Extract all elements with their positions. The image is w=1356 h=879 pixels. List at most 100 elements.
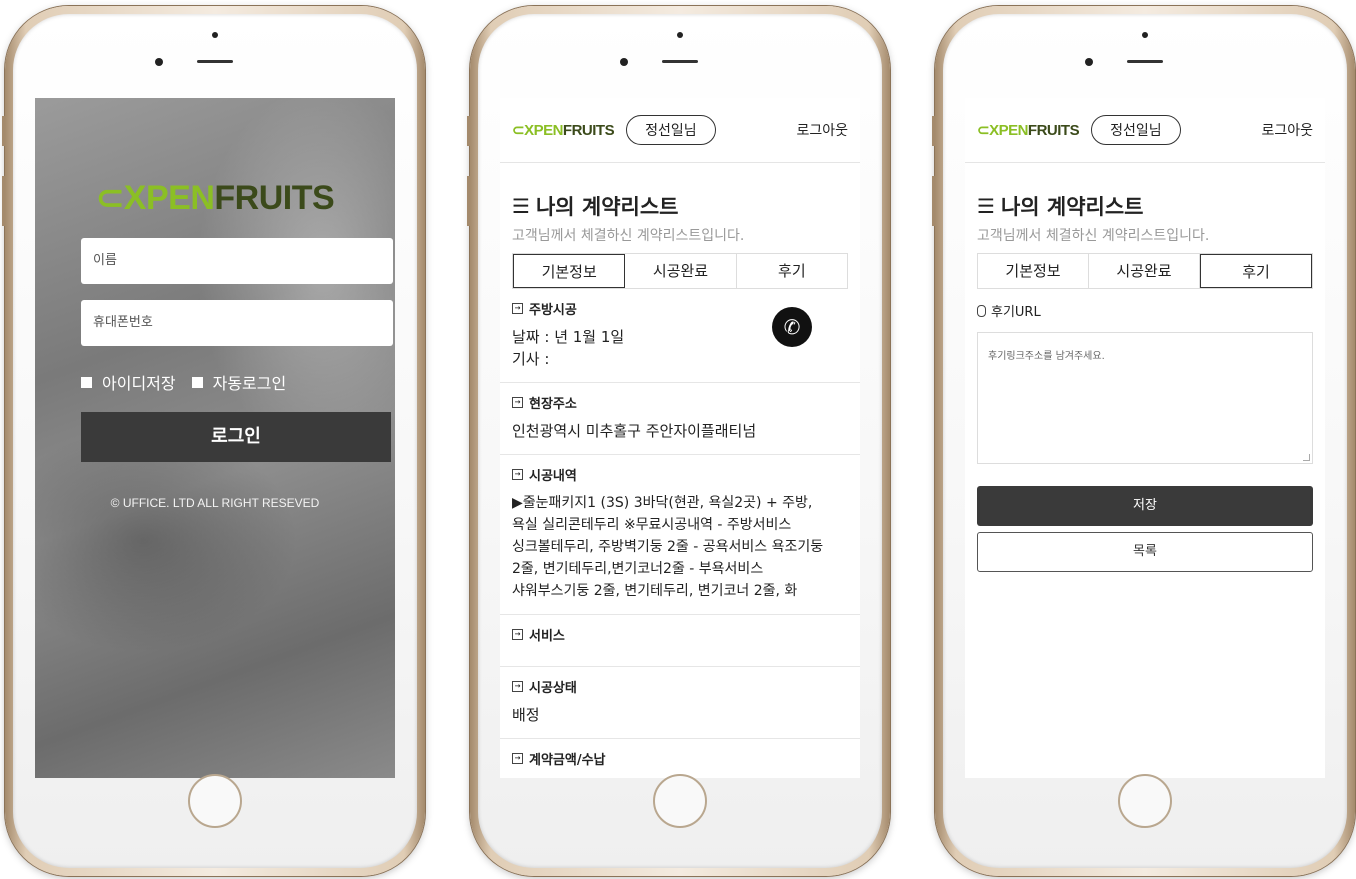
logo-open-text: PEN [145,178,215,217]
page-title: ☰ 나의 계약리스트 [512,191,848,221]
mute-switch [932,116,935,146]
volume-button [932,176,935,226]
amount-section: → 계약금액/수납 [500,739,860,778]
mouse-icon [977,304,986,317]
speaker-icon [197,60,233,63]
contract-tabs: 기본정보 시공완료 후기 [512,253,848,289]
phone-input[interactable]: 휴대폰번호 [81,300,393,346]
logout-link[interactable]: 로그아웃 [796,120,848,140]
tab-review[interactable]: 후기 [1200,254,1312,288]
status-section: → 시공상태 배정 [500,667,860,739]
kitchen-title-text: 주방시공 [529,303,577,318]
sensor-icon [677,32,683,38]
tab-basic-info[interactable]: 기본정보 [513,254,626,288]
status-title-text: 시공상태 [529,681,577,696]
review-url-textarea[interactable]: 후기링크주소를 남겨주세요. [977,332,1313,464]
page-title: ☰ 나의 계약리스트 [977,191,1313,221]
volume-button [2,176,5,226]
phone-frame-review: ⊂X PEN FRUITS 정선일님 로그아웃 ☰ 나의 계약리스트 고객님께서 체… [932,6,1355,876]
logout-link[interactable]: 로그아웃 [1261,120,1313,140]
volume-button [467,176,470,226]
home-button[interactable] [653,774,707,828]
work-line: 샤워부스기둥 2줄, 변기테두리, 변기코너 2줄, 화 [512,583,798,599]
user-name-badge[interactable]: 정선일님 [626,115,716,145]
contract-tabs: 기본정보 시공완료 후기 [977,253,1313,289]
camera-icon [155,58,163,66]
page-subtitle: 고객님께서 체결하신 계약리스트입니다. [512,228,745,244]
arrow-box-icon: → [512,629,523,640]
phone-frame-contract: ⊂X PEN FRUITS 정선일님 로그아웃 ☰ 나의 계약리스트 고객님께서 체… [467,6,890,876]
tab-completed[interactable]: 시공완료 [1089,254,1200,288]
arrow-box-icon: → [512,397,523,408]
save-id-label[interactable]: 아이디저장 [102,370,176,394]
work-title-text: 시공내역 [529,469,577,484]
work-line: 싱크볼테두리, 주방벽기둥 2줄 - 공욕서비스 욕조기둥 [512,539,824,555]
site-section: → 현장주소 인천광역시 미추홀구 주안자이플래티넘 [500,383,860,455]
login-options: 아이디저장 자동로그인 [81,370,286,394]
mute-switch [467,116,470,146]
list-button[interactable]: 목록 [977,532,1313,572]
logo-fruits-text: FRUITS [562,121,615,139]
auto-login-label[interactable]: 자동로그인 [213,370,287,394]
site-title: → 현장주소 [512,393,848,412]
amount-title: → 계약금액/수납 [512,749,848,768]
logo-mark: ⊂X [512,122,534,139]
app-header: ⊂X PEN FRUITS 정선일님 로그아웃 [500,98,860,163]
phone-call-icon[interactable]: ✆ [772,307,812,347]
kitchen-worker: 기사 : [512,350,550,368]
status-title: → 시공상태 [512,677,848,696]
tab-basic-info[interactable]: 기본정보 [978,254,1089,288]
review-screen: ⊂X PEN FRUITS 정선일님 로그아웃 ☰ 나의 계약리스트 고객님께서 체… [965,98,1325,778]
save-button[interactable]: 저장 [977,486,1313,526]
work-line: 욕실 실리콘테두리 ※무료시공내역 - 주방서비스 [512,517,792,533]
list-icon: ☰ [977,194,995,218]
service-title: → 서비스 [512,625,848,644]
auto-login-checkbox[interactable] [191,376,203,388]
arrow-box-icon: → [512,303,523,314]
login-screen: ⊂X PEN FRUITS 이름 휴대폰번호 아이디저장 자동로그인 로그인 © U… [35,98,395,778]
brand-logo[interactable]: ⊂X PEN FRUITS [512,121,615,140]
page-title-text: 나의 계약리스트 [535,195,679,219]
home-button[interactable] [1118,774,1172,828]
tab-review[interactable]: 후기 [737,254,847,288]
phone-frame-login: ⊂X PEN FRUITS 이름 휴대폰번호 아이디저장 자동로그인 로그인 © U… [2,6,425,876]
camera-icon [620,58,628,66]
logo-open-text: PEN [998,121,1029,139]
amount-title-text: 계약금액/수납 [529,753,606,768]
save-id-checkbox[interactable] [81,376,92,388]
logo-mark: ⊂X [977,122,999,139]
site-address: 인천광역시 미추홀구 주안자이플래티넘 [512,422,757,440]
resize-grip-icon[interactable] [1303,454,1310,461]
sensor-icon [1142,32,1148,38]
name-placeholder: 이름 [93,253,117,268]
user-name-badge[interactable]: 정선일님 [1091,115,1181,145]
contract-screen: ⊂X PEN FRUITS 정선일님 로그아웃 ☰ 나의 계약리스트 고객님께서 체… [500,98,860,778]
arrow-box-icon: → [512,469,523,480]
kitchen-section: → 주방시공 날짜 : 년 1월 1일 기사 : ✆ [500,289,860,383]
home-button[interactable] [188,774,242,828]
mute-switch [2,116,5,146]
work-title: → 시공내역 [512,465,848,484]
login-button[interactable]: 로그인 [81,412,391,462]
review-url-label-text: 후기URL [991,305,1041,320]
logo-fruits-text: FRUITS [1027,121,1080,139]
copyright-text: © UFFICE. LTD ALL RIGHT RESEVED [110,496,320,510]
name-input[interactable]: 이름 [81,238,393,284]
work-body: ▶줄눈패키지1 (3S) 3바닥(현관, 욕실2곳) + 주방, 욕실 실리콘테… [512,492,848,602]
sensor-icon [212,32,218,38]
service-section: → 서비스 [500,615,860,667]
page-title-text: 나의 계약리스트 [1000,195,1144,219]
brand-logo: ⊂X PEN FRUITS [35,178,395,218]
brand-logo[interactable]: ⊂X PEN FRUITS [977,121,1080,140]
phone-placeholder: 휴대폰번호 [93,315,153,330]
list-icon: ☰ [512,194,530,218]
camera-icon [1085,58,1093,66]
work-section: → 시공내역 ▶줄눈패키지1 (3S) 3바닥(현관, 욕실2곳) + 주방, … [500,455,860,615]
review-url-label: 후기URL [977,301,1313,320]
logo-open-text: PEN [533,121,564,139]
service-title-text: 서비스 [529,629,565,644]
work-line: 2줄, 변기테두리,변기코너2줄 - 부욕서비스 [512,561,764,577]
logo-mark: ⊂X [95,179,147,217]
status-value: 배정 [512,706,540,724]
tab-completed[interactable]: 시공완료 [625,254,737,288]
